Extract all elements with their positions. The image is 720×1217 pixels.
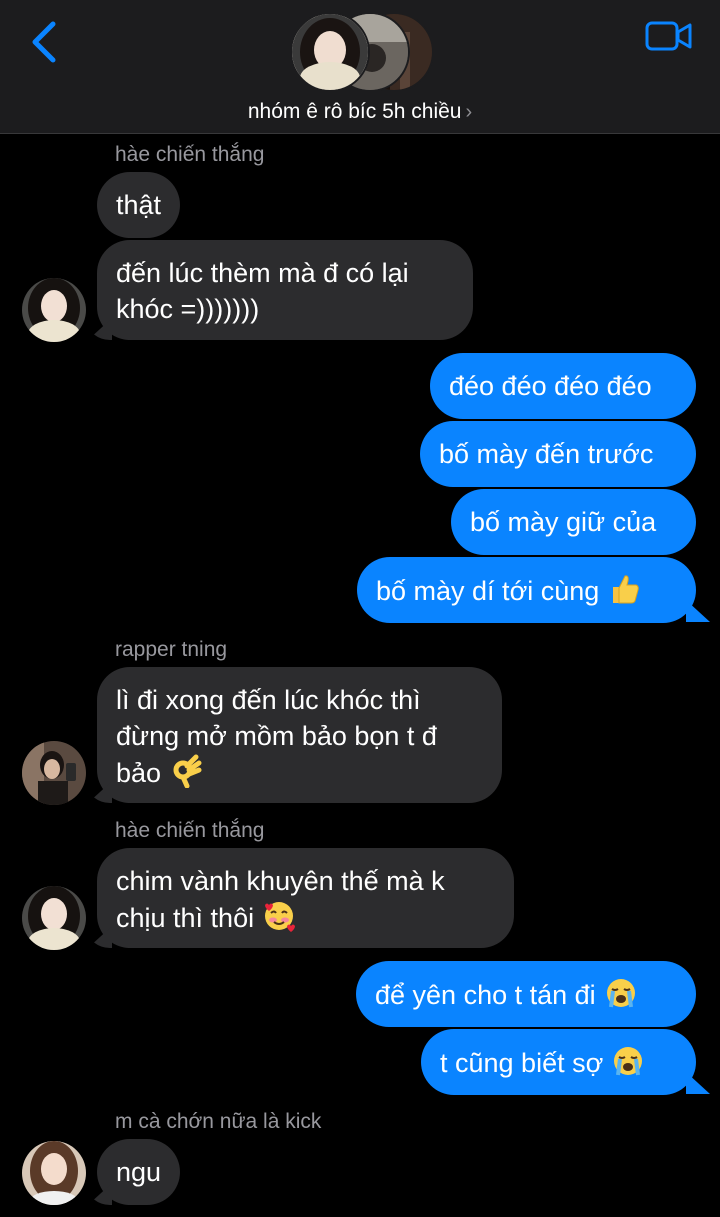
message-text-line: chịu thì thôi [116, 903, 255, 933]
message-text: bố mày giữ của [470, 507, 657, 537]
smiling-face-with-hearts-emoji [262, 899, 296, 933]
loudly-crying-emoji [604, 976, 638, 1010]
message-text-line: khóc =))))))) [116, 294, 260, 324]
message-bubble-outgoing[interactable]: để yên cho t tán đi [356, 961, 696, 1027]
loudly-crying-emoji [611, 1044, 645, 1078]
message-text: để yên cho t tán đi [375, 980, 596, 1010]
avatar-hae-chien-thang[interactable] [22, 886, 86, 950]
chevron-left-icon [32, 21, 56, 63]
member-avatar-1 [290, 12, 370, 92]
message-text: bố mày đến trước [439, 439, 654, 469]
message-text-line: lì đi xong đến lúc khóc thì [116, 685, 421, 715]
message-text: t cũng biết sợ [440, 1048, 604, 1078]
message-text: bố mày dí tới cùng [376, 576, 600, 606]
avatar-rapper-tning[interactable] [22, 741, 86, 805]
message-bubble-outgoing[interactable]: t cũng biết sợ [421, 1029, 696, 1095]
back-button[interactable] [24, 18, 64, 66]
bubble-tail [686, 1072, 710, 1094]
sender-name: hàe chiến thắng [115, 819, 265, 842]
message-text-line: đến lúc thèm mà đ có lại [116, 258, 409, 288]
message-bubble-incoming[interactable]: thật [97, 172, 181, 238]
message-bubble-outgoing[interactable]: bố mày đến trước [420, 421, 696, 487]
video-camera-icon [645, 21, 692, 51]
chevron-right-icon: › [465, 101, 473, 123]
sender-name: m cà chớn nữa là kick [115, 1110, 322, 1133]
chat-header: nhóm ê rô bíc 5h chiều › [0, 0, 720, 134]
message-text-line: bảo [116, 758, 162, 788]
bubble-tail [686, 600, 710, 622]
sender-name: hàe chiến thắng [115, 143, 265, 166]
group-name-label: nhóm ê rô bíc 5h chiều [247, 100, 462, 123]
message-text: đéo đéo đéo đéo [449, 371, 652, 401]
message-text-line: chim vành khuyên thế mà k [116, 866, 445, 896]
message-text-line: đừng mở mồm bảo bọn t đ [116, 721, 437, 751]
ok-hand-emoji [169, 754, 203, 789]
message-bubble-outgoing[interactable]: bố mày giữ của [451, 489, 696, 555]
message-bubble-outgoing[interactable]: bố mày dí tới cùng [357, 557, 696, 623]
message-bubble-incoming[interactable]: chim vành khuyên thế mà k chịu thì thôi [97, 848, 514, 948]
thumbs-up-emoji [607, 572, 641, 606]
message-bubble-incoming[interactable]: lì đi xong đến lúc khóc thì đừng mở mồm … [97, 667, 502, 803]
message-text: thật [116, 190, 162, 220]
message-bubble-incoming[interactable]: đến lúc thèm mà đ có lại khóc =))))))) [97, 240, 473, 340]
avatar-m-ca-chon[interactable] [22, 1141, 86, 1205]
group-avatar-stack[interactable] [290, 12, 434, 92]
group-name-button[interactable]: nhóm ê rô bíc 5h chiều › [0, 100, 720, 124]
avatar-hae-chien-thang[interactable] [22, 278, 86, 342]
message-text: ngu [116, 1157, 162, 1187]
video-call-button[interactable] [644, 16, 694, 56]
message-bubble-outgoing[interactable]: đéo đéo đéo đéo [430, 353, 696, 419]
sender-name: rapper tning [115, 638, 228, 661]
